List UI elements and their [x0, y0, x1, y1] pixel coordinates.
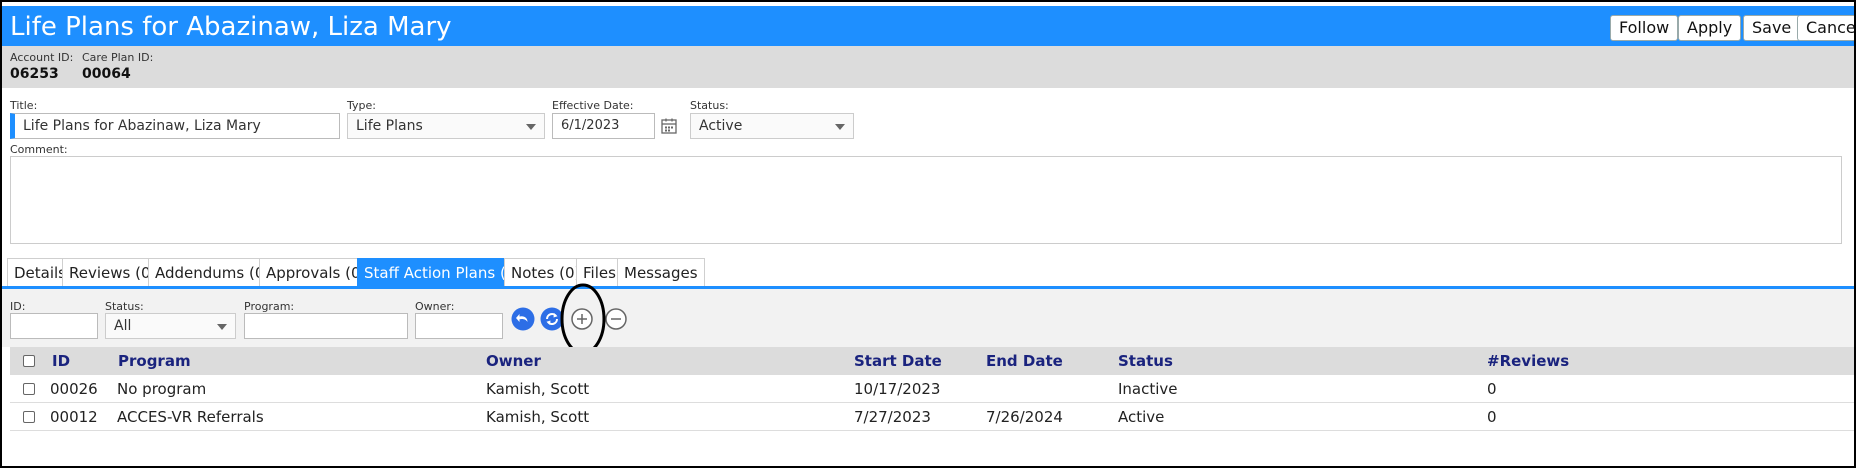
- page-header: Life Plans for Abazinaw, Liza Mary Follo…: [2, 6, 1854, 46]
- tab-messages[interactable]: Messages: [617, 258, 705, 286]
- cell-reviews: 0: [1487, 408, 1497, 426]
- type-select[interactable]: Life Plans: [347, 113, 545, 139]
- cell-owner: Kamish, Scott: [486, 408, 590, 426]
- account-id-label: Account ID:: [10, 51, 74, 64]
- cell-id: 00026: [50, 380, 98, 398]
- comment-label: Comment:: [10, 143, 68, 156]
- back-arrow-icon[interactable]: [511, 307, 535, 331]
- annotation-circle: [560, 283, 606, 355]
- title-label: Title:: [10, 99, 38, 112]
- filter-id-input[interactable]: [10, 313, 98, 339]
- page-title: Life Plans for Abazinaw, Liza Mary: [10, 12, 452, 42]
- status-label: Status:: [690, 99, 729, 112]
- cell-reviews: 0: [1487, 380, 1497, 398]
- effective-date-input[interactable]: 6/1/2023: [552, 113, 655, 139]
- filter-bar: ID: Status: All Program: Owner:: [2, 289, 1854, 347]
- table-header: ID Program Owner Start Date End Date Sta…: [10, 347, 1854, 375]
- row-checkbox[interactable]: [23, 383, 35, 395]
- cell-program: No program: [117, 380, 207, 398]
- type-selected-value: Life Plans: [356, 118, 423, 134]
- column-header-owner[interactable]: Owner: [486, 352, 541, 370]
- cell-end-date: 7/26/2024: [986, 408, 1063, 426]
- chevron-down-icon: [526, 124, 536, 130]
- tab-addendums[interactable]: Addendums (0): [148, 258, 278, 286]
- cell-status: Active: [1118, 408, 1165, 426]
- filter-owner-label: Owner:: [415, 300, 455, 313]
- column-header-status[interactable]: Status: [1118, 352, 1173, 370]
- title-input[interactable]: Life Plans for Abazinaw, Liza Mary: [10, 113, 340, 139]
- cell-owner: Kamish, Scott: [486, 380, 590, 398]
- comment-textarea[interactable]: [10, 156, 1842, 244]
- account-id-value: 06253: [10, 66, 59, 82]
- follow-button[interactable]: Follow: [1610, 15, 1679, 41]
- record-info-bar: Account ID: 06253 Care Plan ID: 00064: [2, 46, 1854, 88]
- filter-id-label: ID:: [10, 300, 26, 313]
- tab-staff-action-plans[interactable]: Staff Action Plans (3): [357, 258, 529, 286]
- type-label: Type:: [347, 99, 376, 112]
- calendar-icon[interactable]: [660, 117, 678, 135]
- cell-id: 00012: [50, 408, 98, 426]
- apply-button[interactable]: Apply: [1678, 15, 1742, 41]
- row-checkbox[interactable]: [23, 411, 35, 423]
- column-header-program[interactable]: Program: [118, 352, 191, 370]
- cell-start-date: 7/27/2023: [854, 408, 931, 426]
- column-header-id[interactable]: ID: [52, 352, 70, 370]
- cancel-button[interactable]: Cancel: [1797, 15, 1854, 41]
- cell-program: ACCES-VR Referrals: [117, 408, 264, 426]
- app-window: Life Plans for Abazinaw, Liza Mary Follo…: [0, 0, 1856, 468]
- filter-status-select[interactable]: All: [105, 313, 236, 339]
- filter-status-selected-value: All: [114, 318, 132, 334]
- care-plan-id-value: 00064: [82, 66, 131, 82]
- chevron-down-icon: [217, 324, 227, 330]
- save-button[interactable]: Save: [1743, 15, 1801, 41]
- select-all-checkbox[interactable]: [23, 355, 35, 367]
- status-selected-value: Active: [699, 118, 743, 134]
- filter-program-label: Program:: [244, 300, 295, 313]
- column-header-end-date[interactable]: End Date: [986, 352, 1063, 370]
- status-select[interactable]: Active: [690, 113, 854, 139]
- column-header-start-date[interactable]: Start Date: [854, 352, 942, 370]
- column-header-reviews[interactable]: #Reviews: [1487, 352, 1569, 370]
- care-plan-id-label: Care Plan ID:: [82, 51, 154, 64]
- table-row[interactable]: 00026 No program Kamish, Scott 10/17/202…: [10, 375, 1854, 403]
- filter-status-label: Status:: [105, 300, 144, 313]
- table-row[interactable]: 00012 ACCES-VR Referrals Kamish, Scott 7…: [10, 403, 1854, 431]
- chevron-down-icon: [835, 124, 845, 130]
- cell-start-date: 10/17/2023: [854, 380, 941, 398]
- filter-program-input[interactable]: [244, 313, 408, 339]
- cell-status: Inactive: [1118, 380, 1178, 398]
- remove-icon[interactable]: [604, 307, 628, 331]
- effective-date-label: Effective Date:: [552, 99, 634, 112]
- filter-owner-input[interactable]: [415, 313, 503, 339]
